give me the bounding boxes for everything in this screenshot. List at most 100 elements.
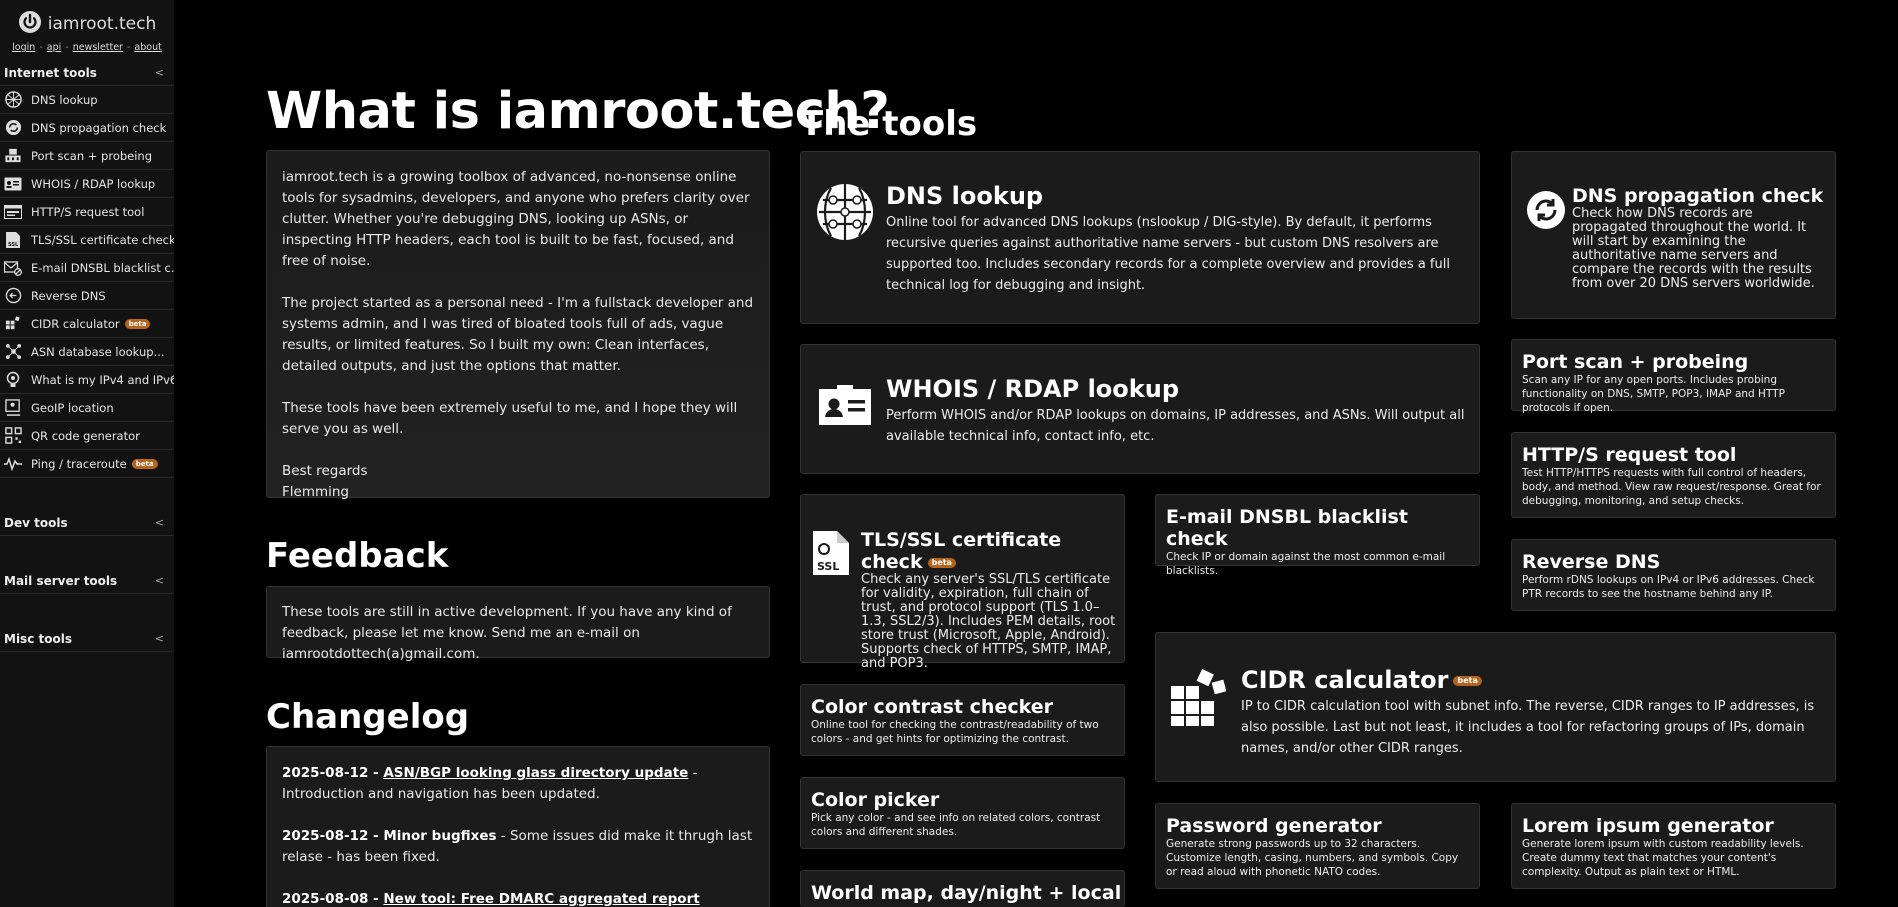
sidebar-item-qr[interactable]: QR code generator xyxy=(0,422,174,450)
section-label: Dev tools xyxy=(4,515,68,530)
section-dev-tools[interactable]: Dev tools < xyxy=(0,510,174,536)
tool-title: WHOIS / RDAP lookup xyxy=(886,375,1180,403)
tool-card-port-scan[interactable]: Port scan + probeing Scan any IP for any… xyxy=(1511,339,1836,414)
bulb-icon xyxy=(4,371,22,389)
tool-desc: Perform WHOIS and/or RDAP lookups on dom… xyxy=(886,408,1465,444)
reverse-icon xyxy=(4,287,22,305)
api-link[interactable]: api xyxy=(47,42,62,53)
tool-card-dnsbl[interactable]: E-mail DNSBL blacklist check Check IP or… xyxy=(1155,494,1480,577)
changelog-link[interactable]: ASN/BGP looking glass directory update xyxy=(383,765,688,781)
tool-title: Color contrast checker xyxy=(811,696,1053,718)
beta-badge: beta xyxy=(131,458,158,469)
section-internet-tools[interactable]: Internet tools < xyxy=(0,60,174,86)
sidebar-item-geoip[interactable]: GeoIP location xyxy=(0,394,174,422)
port-icon xyxy=(4,147,22,165)
tool-card-reverse-dns[interactable]: Reverse DNS Perform rDNS lookups on IPv4… xyxy=(1511,539,1836,611)
blocks-icon xyxy=(4,315,22,333)
sidebar-item-port-scan[interactable]: Port scan + probeing xyxy=(0,142,174,170)
sidebar-item-http[interactable]: HTTP/S request tool xyxy=(0,198,174,226)
refresh-icon xyxy=(4,119,22,137)
intro-card: iamroot.tech is a growing toolbox of adv… xyxy=(266,150,770,500)
tool-title: DNS propagation check xyxy=(1572,185,1824,207)
tool-card-http[interactable]: HTTP/S request tool Test HTTP/HTTPS requ… xyxy=(1511,432,1836,518)
tool-card-color-contrast[interactable]: Color contrast checker Online tool for c… xyxy=(800,684,1125,756)
tool-title: Reverse DNS xyxy=(1522,551,1661,573)
tool-title: CIDR calculator beta xyxy=(1241,666,1821,694)
sidebar-item-label: E-mail DNSBL blacklist c... xyxy=(31,260,174,275)
sidebar-item-label: Port scan + probeing xyxy=(31,148,153,163)
section-mail-server-tools[interactable]: Mail server tools < xyxy=(0,568,174,594)
feedback-text: These tools are still in active developm… xyxy=(282,604,732,662)
intro-paragraph: These tools have been extremely useful t… xyxy=(282,400,738,437)
chevron-left-icon: < xyxy=(154,632,164,645)
globe-icon xyxy=(4,91,22,109)
newsletter-link[interactable]: newsletter xyxy=(73,42,123,53)
globe-icon xyxy=(815,182,875,246)
section-misc-tools[interactable]: Misc tools < xyxy=(0,626,174,652)
tool-desc: IP to CIDR calculation tool with subnet … xyxy=(1241,699,1815,756)
tool-card-world-map[interactable]: World map, day/night + local xyxy=(800,870,1125,907)
changelog-date: 2025-08-12 - xyxy=(282,765,384,781)
changelog-entry: 2025-08-12 - Minor bugfixes - Some issue… xyxy=(282,826,754,868)
sidebar-item-reverse-dns[interactable]: Reverse DNS xyxy=(0,282,174,310)
tool-card-color-picker[interactable]: Color picker Pick any color - and see in… xyxy=(800,777,1125,849)
power-icon[interactable] xyxy=(18,10,42,38)
intro-paragraph: iamroot.tech is a growing toolbox of adv… xyxy=(282,169,750,269)
certificate-icon: SSL xyxy=(811,529,851,581)
signoff: Best regards xyxy=(282,463,368,479)
beta-badge: beta xyxy=(124,318,151,329)
tool-desc: Perform rDNS lookups on IPv4 or IPv6 add… xyxy=(1522,574,1815,600)
brand-title[interactable]: iamroot.tech xyxy=(48,14,156,34)
tool-title: Color picker xyxy=(811,789,940,811)
tool-desc: Check any server's SSL/TLS certificate f… xyxy=(861,572,1116,671)
sidebar-item-cidr[interactable]: CIDR calculator beta xyxy=(0,310,174,338)
sidebar-item-label: What is my IPv4 and IPv6? xyxy=(31,372,174,387)
sidebar-item-dnsbl[interactable]: E-mail DNSBL blacklist c... xyxy=(0,254,174,282)
id-card-icon xyxy=(4,175,22,193)
qr-icon xyxy=(4,427,22,445)
section-label: Internet tools xyxy=(4,65,97,80)
tool-desc: Generate strong passwords up to 32 chara… xyxy=(1166,838,1459,878)
about-link[interactable]: about xyxy=(134,42,161,53)
sidebar-item-ping[interactable]: Ping / traceroute beta xyxy=(0,450,174,478)
tool-desc: Pick any color - and see info on related… xyxy=(811,812,1101,838)
changelog-date: 2025-08-08 - xyxy=(282,891,384,907)
network-icon xyxy=(4,343,22,361)
mail-block-icon xyxy=(4,259,22,277)
sidebar-item-dns-lookup[interactable]: DNS lookup xyxy=(0,86,174,114)
tool-card-lorem[interactable]: Lorem ipsum generator Generate lorem ips… xyxy=(1511,803,1836,889)
tool-card-password[interactable]: Password generator Generate strong passw… xyxy=(1155,803,1480,889)
sidebar-item-label: DNS propagation check xyxy=(31,120,167,135)
tool-card-cidr[interactable]: CIDR calculator beta IP to CIDR calculati… xyxy=(1155,632,1836,782)
tool-card-dns-propagation[interactable]: DNS propagation check Check how DNS reco… xyxy=(1511,151,1836,319)
tool-title: DNS lookup xyxy=(886,182,1044,210)
login-link[interactable]: login xyxy=(12,42,35,53)
feedback-heading: Feedback xyxy=(266,536,449,576)
beta-badge: beta xyxy=(927,557,956,568)
intro-paragraph: The project started as a personal need -… xyxy=(282,295,754,374)
tool-card-tls[interactable]: SSL TLS/SSL certificate check beta Check … xyxy=(800,494,1125,671)
blocks-icon xyxy=(1169,663,1233,731)
tool-desc: Test HTTP/HTTPS requests with full contr… xyxy=(1522,467,1821,507)
sidebar-item-my-ip[interactable]: What is my IPv4 and IPv6? xyxy=(0,366,174,394)
changelog-entry: 2025-08-08 - New tool: Free DMARC aggreg… xyxy=(282,889,754,907)
id-card-icon xyxy=(819,385,871,429)
changelog-title: Minor bugfixes xyxy=(383,828,497,844)
pulse-icon xyxy=(4,455,22,473)
tool-desc: Scan any IP for any open ports. Includes… xyxy=(1522,374,1785,414)
tool-title-text: TLS/SSL certificate check xyxy=(861,529,1062,573)
changelog-entry: 2025-08-12 - ASN/BGP looking glass direc… xyxy=(282,763,754,805)
sidebar-item-whois[interactable]: WHOIS / RDAP lookup xyxy=(0,170,174,198)
sidebar: iamroot.tech login - api - newsletter - about … xyxy=(0,0,174,907)
sidebar-item-dns-propagation[interactable]: DNS propagation check xyxy=(0,114,174,142)
sidebar-item-asn[interactable]: ASN database lookup... xyxy=(0,338,174,366)
chevron-left-icon: < xyxy=(154,516,164,529)
sidebar-item-label: GeoIP location xyxy=(31,400,114,415)
tool-card-whois[interactable]: WHOIS / RDAP lookup Perform WHOIS and/or… xyxy=(800,344,1480,474)
chevron-left-icon: < xyxy=(154,574,164,587)
sidebar-item-label: ASN database lookup... xyxy=(31,344,165,359)
signoff-name: Flemming xyxy=(282,484,349,500)
tool-title: World map, day/night + local xyxy=(811,882,1122,904)
tool-card-dns-lookup[interactable]: DNS lookup Online tool for advanced DNS … xyxy=(800,151,1480,324)
sidebar-item-tls[interactable]: SSL TLS/SSL certificate check... xyxy=(0,226,174,254)
